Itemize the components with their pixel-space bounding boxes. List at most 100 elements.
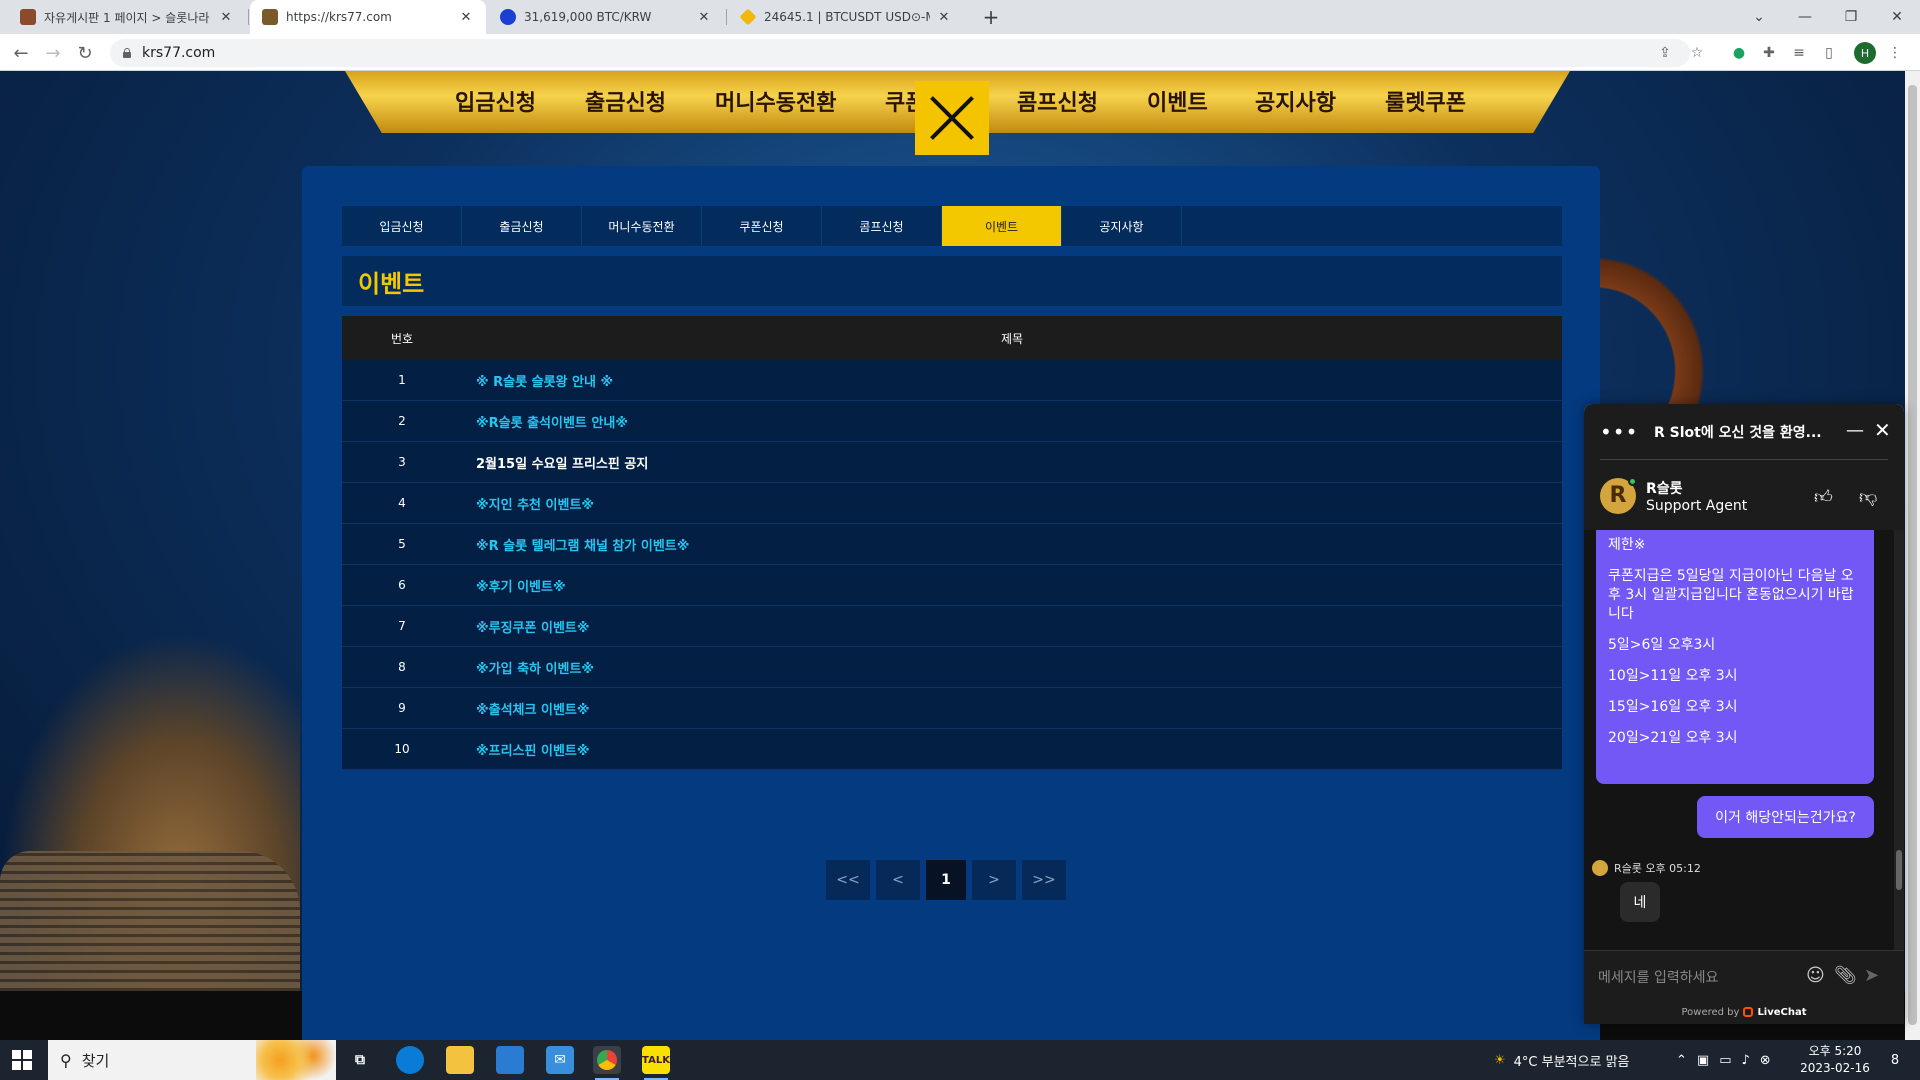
- edge-icon[interactable]: [396, 1046, 424, 1074]
- tab-close-icon[interactable]: ✕: [458, 10, 474, 25]
- minimize-chat-icon[interactable]: —: [1846, 420, 1864, 441]
- extension-icon[interactable]: ●: [1728, 42, 1750, 64]
- nav-money-transfer[interactable]: 머니수동전환: [715, 85, 836, 117]
- nav-deposit[interactable]: 입금신청: [455, 85, 536, 117]
- row-title-link[interactable]: ※R 슬롯 텔레그램 채널 참가 이벤트※: [462, 535, 1562, 554]
- store-icon[interactable]: [496, 1046, 524, 1074]
- taskbar-search[interactable]: ⚲ 찾기: [48, 1040, 336, 1080]
- extensions-puzzle-icon[interactable]: ✚: [1758, 42, 1780, 64]
- scrollbar-thumb[interactable]: [1908, 85, 1917, 1025]
- close-popup-button[interactable]: [915, 81, 989, 155]
- tab-event[interactable]: 이벤트: [942, 206, 1062, 246]
- file-explorer-icon[interactable]: [446, 1046, 474, 1074]
- reload-icon[interactable]: ↻: [72, 40, 98, 66]
- nav-roulette-coupon[interactable]: 룰렛쿠폰: [1385, 85, 1466, 117]
- table-row[interactable]: 8 ※가입 축하 이벤트※: [342, 647, 1562, 688]
- tray-expand-icon[interactable]: ⌃: [1676, 1053, 1687, 1068]
- network-icon[interactable]: ▭: [1719, 1053, 1731, 1068]
- tab-close-icon[interactable]: ✕: [218, 10, 234, 25]
- emoji-icon[interactable]: ☺: [1806, 965, 1825, 986]
- table-row[interactable]: 10 ※프리스핀 이벤트※: [342, 729, 1562, 770]
- send-icon[interactable]: ➤: [1864, 965, 1879, 986]
- first-page-button[interactable]: <<: [826, 860, 870, 900]
- browser-tab-4[interactable]: 24645.1 | BTCUSDT USD⊙-Marg ✕: [728, 0, 964, 34]
- row-title-link[interactable]: ※루징쿠폰 이벤트※: [462, 617, 1562, 636]
- taskbar-clock[interactable]: 오후 5:20 2023-02-16: [1790, 1043, 1880, 1077]
- last-page-button[interactable]: >>: [1022, 860, 1066, 900]
- tab-close-icon[interactable]: ✕: [936, 10, 952, 25]
- row-title-link[interactable]: ※후기 이벤트※: [462, 576, 1562, 595]
- browser-tab-2[interactable]: https://krs77.com ✕: [250, 0, 486, 34]
- forward-icon[interactable]: →: [40, 40, 66, 66]
- nav-withdraw[interactable]: 출금신청: [585, 85, 666, 117]
- chrome-icon[interactable]: [593, 1046, 621, 1080]
- more-options-icon[interactable]: •••: [1600, 420, 1638, 444]
- row-title-link[interactable]: ※지인 추천 이벤트※: [462, 494, 1562, 513]
- minimize-icon[interactable]: —: [1782, 0, 1828, 34]
- row-title-link[interactable]: ※프리스핀 이벤트※: [462, 740, 1562, 759]
- row-title-link[interactable]: ※출석체크 이벤트※: [462, 699, 1562, 718]
- weather-widget[interactable]: ☀ 4°C 부분적으로 맑음: [1494, 1040, 1630, 1080]
- task-view-icon[interactable]: ⧉: [346, 1046, 374, 1074]
- volume-icon[interactable]: ♪: [1742, 1053, 1750, 1068]
- attachment-icon[interactable]: 📎︎: [1834, 965, 1857, 986]
- table-row[interactable]: 1 ※ R슬롯 슬롯왕 안내 ※: [342, 360, 1562, 401]
- next-page-button[interactable]: >: [972, 860, 1016, 900]
- tab-coupon[interactable]: 쿠폰신청: [702, 206, 822, 246]
- prev-page-button[interactable]: <: [876, 860, 920, 900]
- tab-title: 24645.1 | BTCUSDT USD⊙-Marg: [764, 10, 930, 24]
- chat-scrollbar[interactable]: [1894, 530, 1904, 950]
- nav-event[interactable]: 이벤트: [1147, 85, 1208, 117]
- table-row[interactable]: 7 ※루징쿠폰 이벤트※: [342, 606, 1562, 647]
- tab-withdraw[interactable]: 출금신청: [462, 206, 582, 246]
- livechat-brand[interactable]: LiveChat: [1757, 1007, 1806, 1018]
- agent-role: Support Agent: [1646, 498, 1748, 514]
- address-bar[interactable]: krs77.com: [110, 39, 1690, 67]
- row-title-link[interactable]: ※ R슬롯 슬롯왕 안내 ※: [462, 371, 1562, 390]
- profile-avatar[interactable]: H: [1854, 42, 1876, 64]
- tray-app-icon[interactable]: ▣: [1697, 1053, 1709, 1068]
- mail-icon[interactable]: ✉: [546, 1046, 574, 1074]
- row-title-link[interactable]: ※R슬롯 출석이벤트 안내※: [462, 412, 1562, 431]
- tab-close-icon[interactable]: ✕: [696, 10, 712, 25]
- table-row[interactable]: 9 ※출석체크 이벤트※: [342, 688, 1562, 729]
- page-scrollbar[interactable]: [1905, 71, 1920, 1040]
- windows-start-icon[interactable]: [12, 1050, 32, 1070]
- table-row[interactable]: 4 ※지인 추천 이벤트※: [342, 483, 1562, 524]
- table-row[interactable]: 2 ※R슬롯 출석이벤트 안내※: [342, 401, 1562, 442]
- share-icon[interactable]: ⇪: [1654, 42, 1676, 64]
- current-page-button[interactable]: 1: [926, 860, 966, 900]
- windows-taskbar: ⚲ 찾기 ⧉ ✉ TALK ☀ 4°C 부분적으로 맑음 ⌃ ▣ ▭ ♪ ⊗ 오…: [0, 1040, 1920, 1080]
- restore-icon[interactable]: ❐: [1828, 0, 1874, 34]
- row-title-link[interactable]: 2월15일 수요일 프리스핀 공지: [462, 453, 1562, 472]
- media-control-icon[interactable]: ≡: [1788, 42, 1810, 64]
- nav-notice[interactable]: 공지사항: [1255, 85, 1336, 117]
- tab-deposit[interactable]: 입금신청: [342, 206, 462, 246]
- browser-tab-1[interactable]: 자유게시판 1 페이지 > 슬롯나라 ✕: [8, 0, 246, 34]
- kakaotalk-icon[interactable]: TALK: [642, 1046, 670, 1080]
- new-tab-button[interactable]: +: [978, 4, 1004, 30]
- thumbs-up-icon[interactable]: 👍︎: [1814, 486, 1833, 508]
- notification-center-icon[interactable]: 8: [1880, 1040, 1910, 1080]
- back-icon[interactable]: ←: [8, 40, 34, 66]
- table-row[interactable]: 6 ※후기 이벤트※: [342, 565, 1562, 606]
- window-close-icon[interactable]: ✕: [1874, 0, 1920, 34]
- table-row[interactable]: 3 2월15일 수요일 프리스핀 공지: [342, 442, 1562, 483]
- bookmark-star-icon[interactable]: ☆: [1686, 42, 1708, 64]
- tab-money-transfer[interactable]: 머니수동전환: [582, 206, 702, 246]
- close-chat-icon[interactable]: ✕: [1874, 418, 1891, 442]
- tab-notice[interactable]: 공지사항: [1062, 206, 1182, 246]
- side-panel-icon[interactable]: ▯: [1818, 42, 1840, 64]
- tab-search-icon[interactable]: ⌄: [1736, 0, 1782, 34]
- user-message-bubble: 이거 해당안되는건가요?: [1697, 796, 1874, 838]
- tab-comp[interactable]: 콤프신청: [822, 206, 942, 246]
- message-input[interactable]: 메세지를 입력하세요: [1598, 967, 1718, 987]
- thumbs-down-icon[interactable]: 👎︎: [1859, 486, 1877, 508]
- row-title-link[interactable]: ※가입 축하 이벤트※: [462, 658, 1562, 677]
- browser-tab-3[interactable]: 31,619,000 BTC/KRW ✕: [488, 0, 724, 34]
- nav-comp[interactable]: 콤프신청: [1017, 85, 1098, 117]
- ime-icon[interactable]: ⊗: [1760, 1053, 1771, 1068]
- table-row[interactable]: 5 ※R 슬롯 텔레그램 채널 참가 이벤트※: [342, 524, 1562, 565]
- menu-kebab-icon[interactable]: ⋮: [1884, 42, 1906, 64]
- lock-icon[interactable]: [122, 48, 132, 58]
